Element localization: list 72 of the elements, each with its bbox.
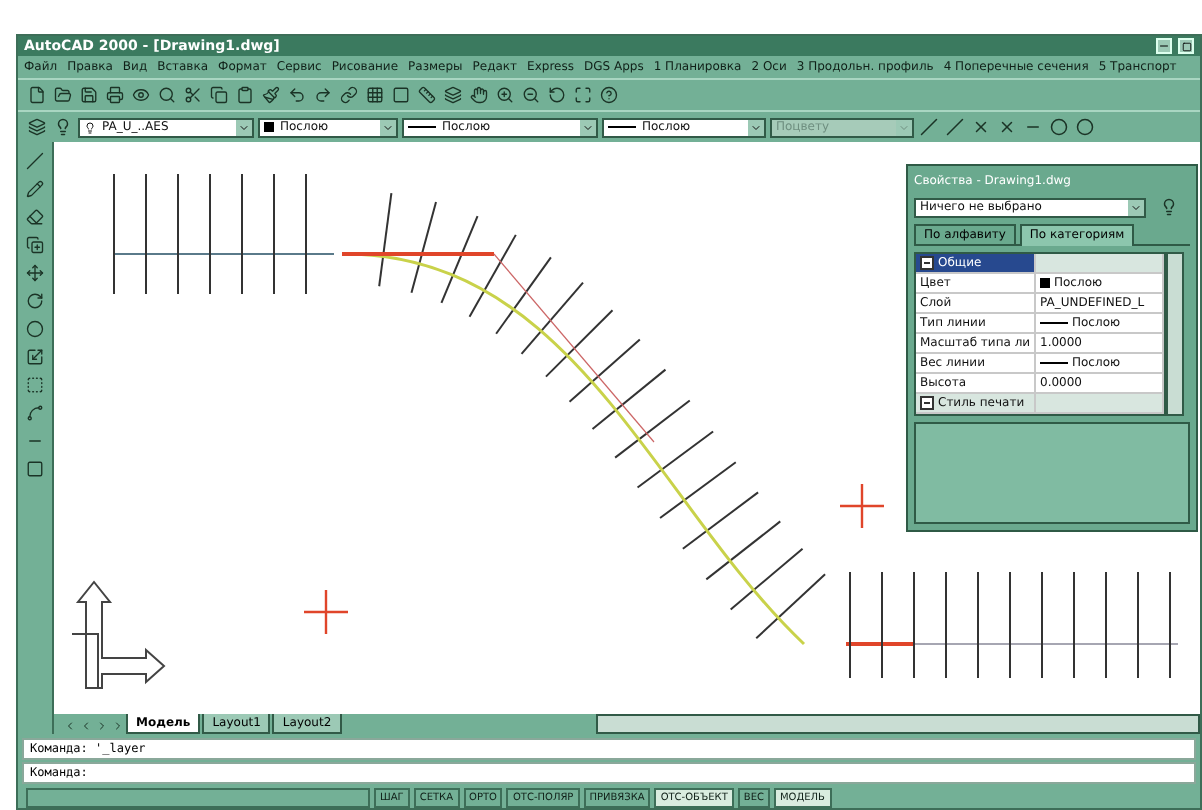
line-sample [408,126,436,128]
open-folder-icon[interactable] [52,84,74,106]
square-icon[interactable] [24,458,46,480]
line-sample [1040,362,1068,364]
circle-icon[interactable] [1074,116,1096,138]
grid-icon[interactable] [364,84,386,106]
minimize-icon [1158,40,1170,52]
caret-icon [898,121,910,133]
crosshair-icon [840,484,884,528]
extents-icon[interactable] [572,84,594,106]
search-icon[interactable] [156,84,178,106]
caret-icon [238,121,250,133]
undo-icon[interactable] [286,84,308,106]
dropdown-button[interactable] [236,119,252,135]
layers-icon[interactable] [26,116,48,138]
horizontal-scrollbar[interactable] [596,714,1200,734]
layers-icon[interactable] [442,84,464,106]
lightbulb-icon[interactable] [52,116,74,138]
preview-icon[interactable] [130,84,152,106]
dropdown-button[interactable] [1128,199,1144,215]
minimize-button[interactable] [1156,38,1172,54]
spline-icon[interactable] [24,402,46,424]
dropdown-button[interactable] [748,119,764,135]
line-sample [608,126,636,128]
lightbulb-icon [84,121,96,133]
new-file-icon[interactable] [26,84,48,106]
rotate-icon[interactable] [24,290,46,312]
zoom-in-icon[interactable] [494,84,516,106]
brush-icon[interactable] [260,84,282,106]
maximize-icon [1181,41,1191,51]
circle-icon[interactable] [1048,116,1070,138]
line-icon[interactable] [944,116,966,138]
link-icon[interactable] [338,84,360,106]
paste-icon[interactable] [234,84,256,106]
line-icon[interactable] [24,150,46,172]
cross-icon[interactable] [970,116,992,138]
ucs-axis-icon [66,578,166,690]
vertical-scrollbar[interactable] [1166,252,1184,416]
maximize-button[interactable] [1178,38,1194,54]
cut-icon[interactable] [182,84,204,106]
eraser-icon[interactable] [24,206,46,228]
move-icon[interactable] [24,262,46,284]
ruler-icon[interactable] [416,84,438,106]
caret-icon [382,121,394,133]
collapse-icon[interactable] [920,396,934,410]
print-icon[interactable] [104,84,126,106]
rotate-icon[interactable] [546,84,568,106]
redo-icon[interactable] [312,84,334,106]
dropdown-button[interactable] [580,119,596,135]
caret-icon [582,121,594,133]
rectangle-icon[interactable] [24,374,46,396]
copy-icon[interactable] [208,84,230,106]
caret-icon [1130,201,1142,213]
pencil-icon[interactable] [24,178,46,200]
collapse-icon[interactable] [920,256,934,270]
scale-icon[interactable] [24,346,46,368]
help-icon[interactable] [598,84,620,106]
save-icon[interactable] [78,84,100,106]
color-swatch [264,122,274,132]
color-swatch [1040,278,1050,288]
zoom-out-icon[interactable] [520,84,542,106]
pan-hand-icon[interactable] [468,84,490,106]
line-icon[interactable] [918,116,940,138]
square-icon[interactable] [390,84,412,106]
circle-icon[interactable] [24,318,46,340]
cross-icon[interactable] [996,116,1018,138]
copy-icon[interactable] [24,234,46,256]
crosshair-icon [304,590,348,634]
dropdown-button[interactable] [380,119,396,135]
quick-select-icon[interactable] [1158,196,1180,218]
line-sample [1040,322,1068,324]
caret-icon [750,121,762,133]
